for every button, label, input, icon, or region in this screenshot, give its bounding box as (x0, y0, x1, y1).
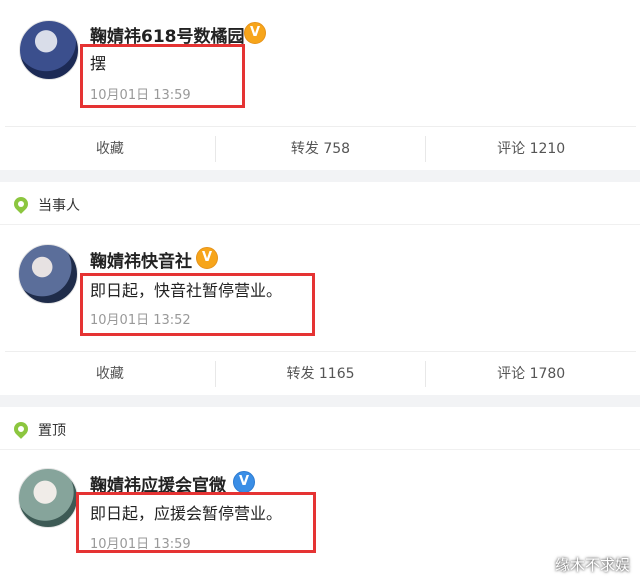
avatar[interactable] (18, 244, 78, 304)
verified-badge-icon: V (233, 471, 255, 493)
collect-button[interactable]: 收藏 (5, 136, 216, 162)
highlight-box (76, 492, 316, 553)
action-bar: 收藏 转发 758 评论 1210 (5, 126, 636, 171)
repost-button[interactable]: 转发 1165 (216, 361, 427, 387)
avatar[interactable] (19, 20, 79, 80)
action-bar: 收藏 转发 1165 评论 1780 (5, 351, 636, 396)
leaf-icon (11, 419, 31, 439)
section-gap (0, 395, 640, 407)
watermark: 缘木不求娱 (554, 556, 630, 574)
verified-badge-icon: V (196, 247, 218, 269)
avatar[interactable] (18, 468, 78, 528)
highlight-box (80, 273, 315, 336)
party-label-row: 当事人 (0, 184, 640, 225)
comment-button[interactable]: 评论 1210 (426, 136, 636, 162)
author-name[interactable]: 鞠婧祎快音社 (90, 247, 192, 272)
collect-button[interactable]: 收藏 (5, 361, 216, 387)
leaf-icon (11, 194, 31, 214)
party-label: 当事人 (38, 198, 80, 214)
pinned-label-row: 置顶 (0, 409, 640, 450)
highlight-box (80, 44, 245, 108)
post-card: 鞠婧祎618号数橘园 V 摆 10月01日 13:59 (0, 0, 640, 122)
verified-badge-icon: V (244, 22, 266, 44)
pinned-label: 置顶 (38, 423, 66, 439)
repost-button[interactable]: 转发 758 (216, 136, 427, 162)
section-gap (0, 170, 640, 182)
comment-button[interactable]: 评论 1780 (426, 361, 636, 387)
